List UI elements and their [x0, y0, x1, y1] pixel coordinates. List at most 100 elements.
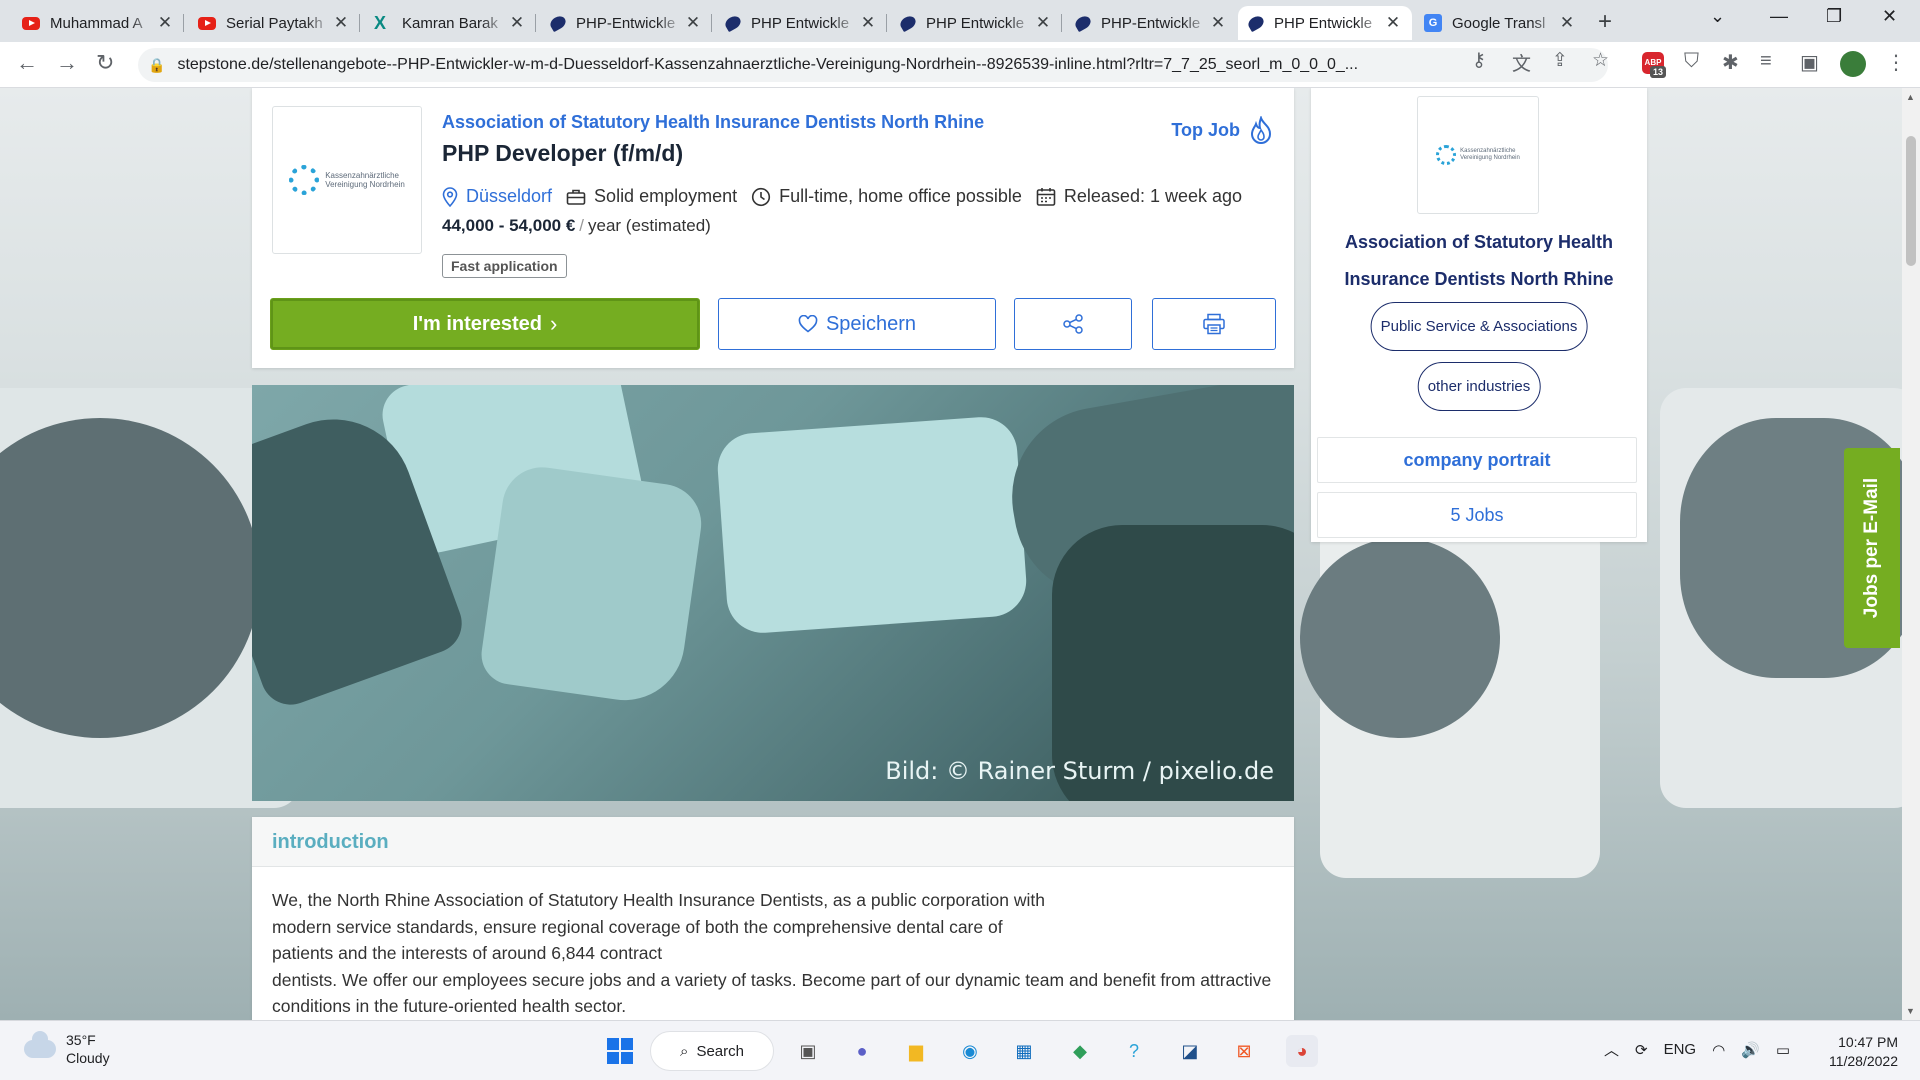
forward-arrow-icon[interactable]: →: [56, 50, 78, 76]
url-text[interactable]: stepstone.de/stellenangebote--PHP-Entwic…: [177, 56, 1608, 74]
search-icon: ⌕: [680, 1042, 689, 1060]
close-tab-icon[interactable]: ✕: [332, 13, 350, 33]
translate-icon[interactable]: 文: [1512, 49, 1531, 76]
share-icon[interactable]: ⇪: [1552, 49, 1568, 72]
page-scrollbar[interactable]: ▲ ▼: [1902, 88, 1920, 1020]
adblock-extension-icon[interactable]: ABP 13: [1642, 52, 1667, 78]
cloud-icon: [24, 1031, 56, 1058]
jobs-per-email-tab[interactable]: Jobs per E-Mail: [1844, 448, 1900, 648]
close-tab-icon[interactable]: ✕: [1209, 13, 1227, 33]
sidebar-company-name[interactable]: Association of Statutory Health Insuranc…: [1311, 224, 1647, 298]
wifi-icon[interactable]: ◠: [1712, 1041, 1725, 1059]
sync-icon[interactable]: ⟳: [1635, 1041, 1648, 1059]
taskbar-search[interactable]: ⌕ Search: [650, 1031, 774, 1071]
tab-muhammad[interactable]: Muhammad A ✕: [12, 6, 184, 40]
side-panel-icon[interactable]: ▣: [1800, 50, 1819, 75]
close-tab-icon[interactable]: ✕: [156, 13, 174, 33]
youtube-icon: [22, 16, 40, 30]
new-tab-button[interactable]: +: [1598, 8, 1612, 36]
close-tab-icon[interactable]: ✕: [1558, 13, 1576, 33]
minimize-button[interactable]: —: [1770, 6, 1788, 27]
tab-php-4[interactable]: PHP-Entwickle ✕: [1065, 6, 1237, 40]
puzzle-extensions-icon[interactable]: ✱: [1722, 50, 1739, 75]
battery-icon[interactable]: ▭: [1776, 1041, 1790, 1059]
close-tab-icon[interactable]: ✕: [1034, 13, 1052, 33]
youtube-icon: [198, 16, 216, 30]
shield-extension-icon[interactable]: ⛉: [1684, 50, 1699, 73]
heart-icon: [798, 315, 818, 333]
key-icon[interactable]: ⚷: [1472, 49, 1486, 72]
tab-php-2[interactable]: PHP Entwickle ✕: [715, 6, 887, 40]
clock-date: 11/28/2022: [1828, 1053, 1898, 1069]
close-tab-icon[interactable]: ✕: [859, 13, 877, 33]
print-button[interactable]: [1152, 298, 1276, 350]
reload-icon[interactable]: ↻: [96, 50, 114, 76]
industry-tag-public-service[interactable]: Public Service & Associations: [1370, 302, 1588, 351]
printer-icon: [1203, 313, 1225, 335]
sidebar-company-logo[interactable]: Kassenzahnärztliche Vereinigung Nordrhein: [1417, 96, 1539, 214]
tab-google-translate[interactable]: G Google Transl ✕: [1414, 6, 1586, 40]
tab-php-active[interactable]: PHP Entwickle ✕: [1238, 6, 1412, 40]
company-logo-mark: [289, 165, 320, 195]
store-icon[interactable]: ▦: [1008, 1035, 1040, 1067]
scrollbar-thumb[interactable]: [1906, 136, 1916, 266]
edge-icon[interactable]: ◉: [954, 1035, 986, 1067]
tab-search-chevron-icon[interactable]: ⌄: [1710, 6, 1725, 27]
company-jobs-button[interactable]: 5 Jobs: [1317, 492, 1637, 538]
company-link[interactable]: Association of Statutory Health Insuranc…: [442, 112, 984, 133]
language-indicator[interactable]: ENG: [1664, 1041, 1697, 1058]
at-sign-icon: [1300, 538, 1500, 738]
start-button[interactable]: [604, 1035, 636, 1067]
chrome-icon[interactable]: ◕: [1286, 1035, 1318, 1067]
taskbar-clock[interactable]: 10:47 PM 11/28/2022: [1818, 1033, 1898, 1071]
file-explorer-icon[interactable]: ▆: [900, 1035, 932, 1067]
close-tab-icon[interactable]: ✕: [1384, 13, 1402, 33]
company-portrait-button[interactable]: company portrait: [1317, 437, 1637, 483]
address-bar[interactable]: 🔒 stepstone.de/stellenangebote--PHP-Entw…: [138, 48, 1608, 82]
share-button[interactable]: [1014, 298, 1132, 350]
tab-php-1[interactable]: PHP-Entwickle ✕: [540, 6, 712, 40]
location-link[interactable]: Düsseldorf: [466, 186, 552, 207]
intro-line: patients and the interests of around 6,8…: [272, 943, 663, 963]
scroll-up-arrow-icon[interactable]: ▲: [1906, 92, 1915, 102]
tab-serial[interactable]: Serial Paytakh ✕: [188, 6, 360, 40]
back-arrow-icon[interactable]: ←: [16, 50, 38, 76]
scroll-down-arrow-icon[interactable]: ▼: [1906, 1006, 1915, 1016]
tab-title: PHP Entwickle: [751, 14, 850, 32]
job-title: PHP Developer (f/m/d): [442, 140, 684, 166]
tab-kamran[interactable]: X Kamran Barak ✕: [364, 6, 536, 40]
company-logo[interactable]: Kassenzahnärztliche Vereinigung Nordrhein: [272, 106, 422, 254]
save-label: Speichern: [825, 312, 917, 335]
tray-overflow-chevron-icon[interactable]: ︿: [1604, 1039, 1619, 1060]
clock-icon: [752, 187, 771, 206]
close-window-button[interactable]: ✕: [1882, 6, 1897, 27]
maximize-button[interactable]: ❐: [1826, 6, 1842, 27]
sourcetree-icon[interactable]: ◆: [1064, 1035, 1096, 1067]
volume-icon[interactable]: 🔊: [1741, 1041, 1760, 1059]
profile-avatar[interactable]: [1840, 51, 1866, 77]
xampp-icon[interactable]: ⊠: [1228, 1035, 1260, 1067]
page-content: Kassenzahnärztliche Vereinigung Nordrhein…: [0, 88, 1902, 1020]
help-icon[interactable]: ?: [1118, 1035, 1150, 1067]
bookmark-star-icon[interactable]: ☆: [1592, 49, 1609, 72]
lock-icon[interactable]: 🔒: [148, 57, 165, 74]
network-app-icon[interactable]: ◪: [1174, 1035, 1206, 1067]
location-item[interactable]: Düsseldorf: [442, 186, 552, 207]
industry-tag-other[interactable]: other industries: [1417, 362, 1541, 411]
weather-widget[interactable]: 35°F Cloudy: [24, 1031, 110, 1067]
weather-condition: Cloudy: [66, 1050, 110, 1066]
xing-icon: X: [374, 13, 387, 33]
menu-kebab-icon[interactable]: ⋮: [1886, 50, 1906, 75]
save-button[interactable]: Speichern: [718, 298, 996, 350]
close-tab-icon[interactable]: ✕: [684, 13, 702, 33]
chat-icon[interactable]: ●: [846, 1035, 878, 1067]
schedule-item: Full-time, home office possible: [751, 186, 1022, 207]
interested-button[interactable]: I'm interested ›: [270, 298, 700, 350]
reading-list-icon[interactable]: ≡: [1760, 50, 1772, 73]
task-view-icon[interactable]: ▣: [792, 1035, 824, 1067]
tab-php-3[interactable]: PHP Entwickle ✕: [890, 6, 1062, 40]
close-tab-icon[interactable]: ✕: [508, 13, 526, 33]
temperature: 35°F: [66, 1032, 96, 1048]
company-logo-mark: [1436, 145, 1457, 165]
stepstone-icon: [1246, 13, 1266, 33]
